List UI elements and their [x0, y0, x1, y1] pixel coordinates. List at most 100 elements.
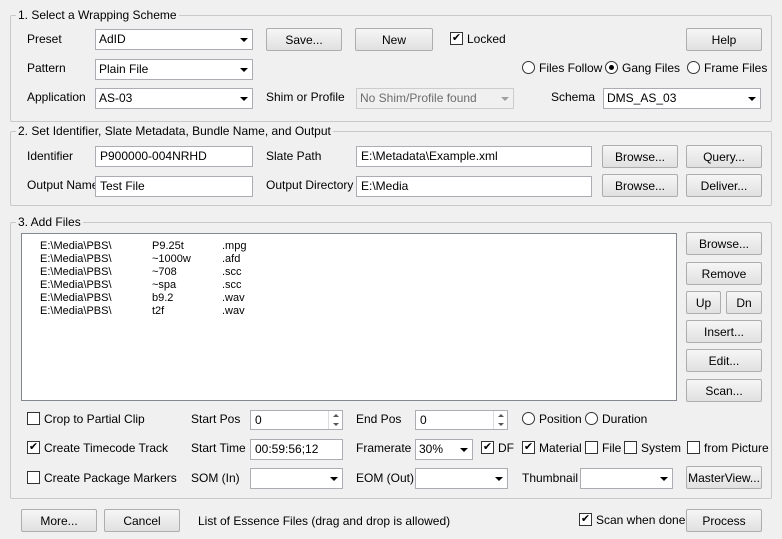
- file-path: E:\Media\PBS\: [40, 305, 112, 317]
- preset-label: Preset: [27, 32, 62, 46]
- eom-combo[interactable]: [415, 468, 508, 489]
- chevron-down-icon[interactable]: [656, 469, 672, 488]
- edit-button[interactable]: Edit...: [686, 349, 762, 372]
- slate-path-label: Slate Path: [266, 149, 322, 163]
- radio-dot-icon: [609, 65, 614, 70]
- files-follow-label: Files Follow: [539, 61, 603, 75]
- chevron-down-icon[interactable]: [456, 440, 472, 459]
- chevron-down-icon[interactable]: [491, 469, 507, 488]
- som-label: SOM (In): [191, 471, 240, 485]
- slate-browse-button[interactable]: Browse...: [602, 145, 678, 168]
- application-combo[interactable]: AS-03: [95, 88, 253, 109]
- check-icon: ✔: [451, 32, 462, 44]
- preset-combo[interactable]: AdID: [95, 29, 253, 50]
- system-checkbox[interactable]: [624, 441, 637, 454]
- up-button[interactable]: Up: [686, 291, 721, 314]
- file-path: E:\Media\PBS\: [40, 292, 112, 304]
- file-list[interactable]: E:\Media\PBS\ P9.25t .mpg E:\Media\PBS\ …: [21, 233, 677, 401]
- start-pos-label: Start Pos: [191, 412, 241, 426]
- new-button[interactable]: New: [355, 28, 433, 51]
- file-path: E:\Media\PBS\: [40, 266, 112, 278]
- dn-button[interactable]: Dn: [726, 291, 762, 314]
- file-name: t2f: [152, 305, 165, 317]
- more-button[interactable]: More...: [21, 509, 97, 532]
- output-dir-field[interactable]: E:\Media: [356, 176, 592, 197]
- locked-checkbox[interactable]: ✔: [450, 32, 463, 45]
- gang-files-label: Gang Files: [622, 61, 681, 75]
- framerate-value: 30%: [419, 442, 444, 456]
- pattern-value: Plain File: [99, 62, 149, 76]
- chevron-down-icon[interactable]: [236, 60, 252, 79]
- output-browse-button[interactable]: Browse...: [602, 174, 678, 197]
- material-checkbox[interactable]: ✔: [522, 441, 535, 454]
- gang-files-radio[interactable]: [605, 61, 618, 74]
- file-path: E:\Media\PBS\: [40, 240, 112, 252]
- position-label: Position: [539, 412, 582, 426]
- save-button[interactable]: Save...: [266, 28, 342, 51]
- file-name: ~1000w: [152, 253, 191, 265]
- file-ext: .scc: [222, 279, 242, 291]
- spin-down-icon[interactable]: [494, 420, 507, 429]
- query-button[interactable]: Query...: [686, 145, 762, 168]
- schema-label: Schema: [551, 90, 596, 104]
- files-follow-radio[interactable]: [522, 61, 535, 74]
- crop-checkbox[interactable]: [27, 412, 40, 425]
- preset-value: AdID: [99, 32, 126, 46]
- scan-button[interactable]: Scan...: [686, 379, 762, 402]
- spin-up-icon[interactable]: [329, 411, 342, 420]
- framerate-label: Framerate: [356, 441, 412, 455]
- duration-radio[interactable]: [585, 412, 598, 425]
- slate-path-field[interactable]: E:\Metadata\Example.xml: [356, 146, 592, 167]
- end-pos-value: 0: [420, 413, 427, 427]
- schema-combo[interactable]: DMS_AS_03: [603, 88, 761, 109]
- file-name: ~708: [152, 266, 177, 278]
- position-radio[interactable]: [522, 412, 535, 425]
- som-combo[interactable]: [250, 468, 343, 489]
- framerate-combo[interactable]: 30%: [415, 439, 473, 460]
- scan-when-done-label: Scan when done: [596, 513, 686, 527]
- thumbnail-combo[interactable]: [580, 468, 673, 489]
- output-name-field[interactable]: Test File: [95, 176, 253, 197]
- shim-combo: No Shim/Profile found: [356, 88, 514, 109]
- essence-files-hint: List of Essence Files (drag and drop is …: [198, 514, 451, 528]
- eom-label: EOM (Out): [356, 471, 415, 485]
- remove-button[interactable]: Remove: [686, 262, 762, 285]
- chevron-down-icon[interactable]: [236, 89, 252, 108]
- help-button[interactable]: Help: [686, 28, 762, 51]
- masterview-button[interactable]: MasterView...: [686, 466, 762, 489]
- scan-when-done-checkbox[interactable]: ✔: [579, 513, 592, 526]
- output-dir-label: Output Directory: [266, 178, 354, 192]
- duration-label: Duration: [602, 412, 648, 426]
- add-files-title: 3. Add Files: [16, 215, 83, 229]
- identifier-label: Identifier: [27, 149, 74, 163]
- cancel-button[interactable]: Cancel: [104, 509, 180, 532]
- end-pos-stepper[interactable]: 0: [415, 410, 508, 430]
- chevron-down-icon[interactable]: [326, 469, 342, 488]
- from-picture-label: from Picture: [704, 441, 769, 455]
- files-browse-button[interactable]: Browse...: [686, 232, 762, 255]
- pattern-combo[interactable]: Plain File: [95, 59, 253, 80]
- file-checkbox[interactable]: [585, 441, 598, 454]
- process-button[interactable]: Process: [686, 509, 762, 532]
- insert-button[interactable]: Insert...: [686, 320, 762, 343]
- chevron-down-icon[interactable]: [744, 89, 760, 108]
- df-checkbox[interactable]: ✔: [481, 441, 494, 454]
- spin-down-icon[interactable]: [329, 420, 342, 429]
- file-name: P9.25t: [152, 240, 184, 252]
- file-ext: .wav: [222, 305, 245, 317]
- identifier-field[interactable]: P900000-004NRHD: [95, 146, 253, 167]
- start-pos-stepper[interactable]: 0: [250, 410, 343, 430]
- wrapping-scheme-title: 1. Select a Wrapping Scheme: [16, 8, 179, 22]
- application-label: Application: [27, 90, 86, 104]
- spin-up-icon[interactable]: [494, 411, 507, 420]
- deliver-button[interactable]: Deliver...: [686, 174, 762, 197]
- start-time-field[interactable]: 00:59:56;12: [250, 439, 343, 460]
- file-path: E:\Media\PBS\: [40, 279, 112, 291]
- create-markers-checkbox[interactable]: [27, 471, 40, 484]
- file-ext: .mpg: [222, 240, 247, 252]
- from-picture-checkbox[interactable]: [687, 441, 700, 454]
- chevron-down-icon[interactable]: [236, 30, 252, 49]
- create-timecode-checkbox[interactable]: ✔: [27, 441, 40, 454]
- check-icon: ✔: [580, 513, 591, 525]
- frame-files-radio[interactable]: [687, 61, 700, 74]
